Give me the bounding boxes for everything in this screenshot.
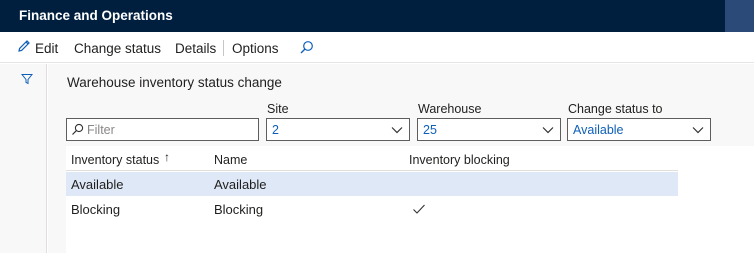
- toolbar-divider: [223, 40, 224, 56]
- site-value: 2: [272, 123, 279, 137]
- warehouse-label: Warehouse: [418, 102, 482, 116]
- details-button[interactable]: Details: [175, 41, 216, 56]
- column-header-inventory-status[interactable]: Inventory status: [71, 153, 159, 167]
- filter-icon[interactable]: [21, 73, 33, 85]
- inventory-status-cell[interactable]: Blocking: [71, 202, 120, 217]
- column-header-inventory-blocking[interactable]: Inventory blocking: [409, 153, 510, 167]
- filter-placeholder: Filter: [87, 123, 115, 137]
- warehouse-dropdown[interactable]: 25: [417, 118, 561, 141]
- name-cell[interactable]: Blocking: [214, 202, 263, 217]
- site-label: Site: [267, 102, 289, 116]
- options-tab[interactable]: Options: [232, 41, 279, 56]
- edit-button[interactable]: Edit: [35, 41, 58, 56]
- chevron-down-icon: [391, 127, 403, 134]
- filter-pane: [0, 64, 47, 253]
- header-action-button[interactable]: [725, 0, 754, 32]
- app-header: Finance and Operations: [0, 0, 754, 32]
- table-row[interactable]: Available Available: [66, 172, 678, 196]
- change-status-to-dropdown[interactable]: Available: [567, 118, 711, 141]
- sort-ascending-icon: ↑: [164, 150, 170, 164]
- pencil-icon[interactable]: [16, 38, 32, 54]
- app-title: Finance and Operations: [19, 8, 173, 23]
- change-status-button[interactable]: Change status: [74, 41, 161, 56]
- action-pane: Edit Change status Details Options: [0, 32, 754, 63]
- chevron-down-icon: [542, 127, 554, 134]
- site-dropdown[interactable]: 2: [266, 118, 410, 141]
- warehouse-value: 25: [423, 123, 437, 137]
- change-status-to-label: Change status to: [568, 102, 663, 116]
- filter-input[interactable]: Filter: [66, 118, 259, 141]
- change-status-to-value: Available: [573, 123, 624, 137]
- search-icon: [72, 123, 84, 135]
- search-icon[interactable]: [299, 40, 314, 55]
- grid-header-divider: [66, 170, 678, 171]
- name-cell[interactable]: Available: [214, 177, 267, 192]
- chevron-down-icon: [692, 127, 704, 134]
- page-title: Warehouse inventory status change: [67, 75, 282, 90]
- inventory-status-cell[interactable]: Available: [71, 177, 124, 192]
- column-header-name[interactable]: Name: [214, 153, 247, 167]
- table-row[interactable]: Blocking Blocking: [66, 197, 678, 221]
- checkmark-icon: [413, 204, 425, 214]
